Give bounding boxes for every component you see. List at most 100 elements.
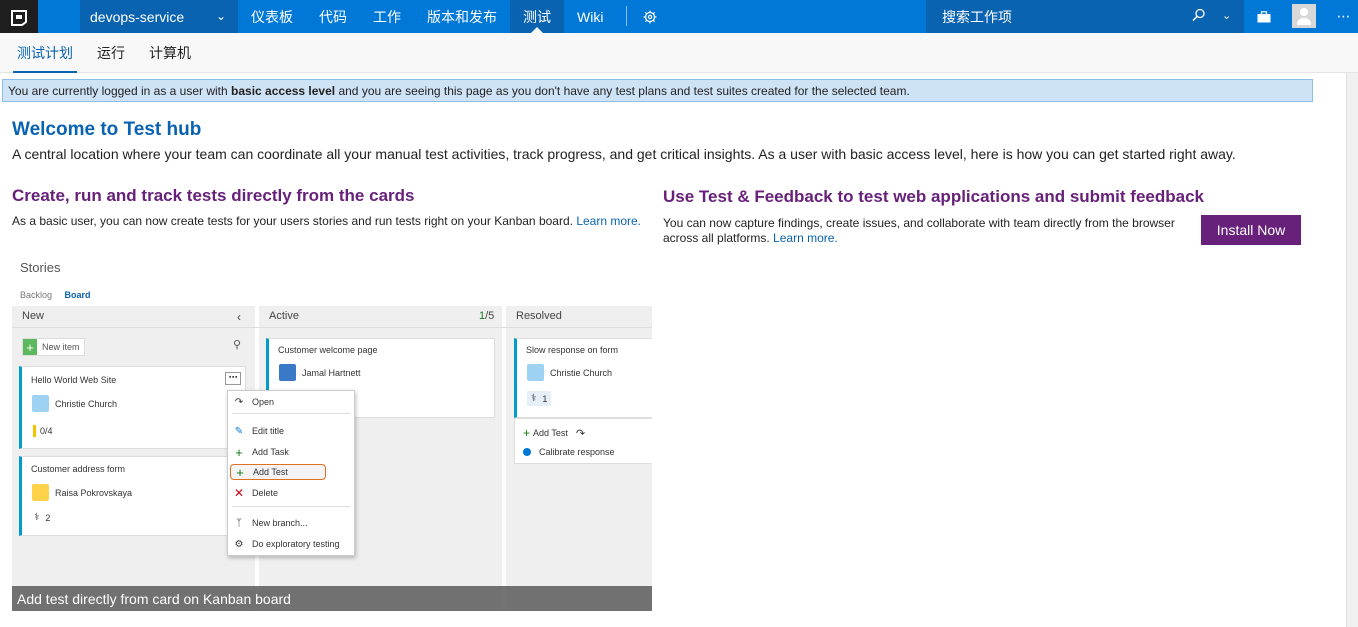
test-flask-icon: ⚕	[34, 512, 40, 523]
card-hello-world: Hello World Web Site ⋯ Christie Church 0…	[19, 366, 246, 449]
menu-item-new-branch: ᛉ New branch...	[232, 515, 308, 531]
explore-icon: ⚙	[234, 538, 244, 550]
intro-text: A central location where your team can c…	[12, 146, 1236, 162]
avatar	[527, 364, 544, 381]
card-person: Christie Church	[55, 398, 118, 409]
board-tab-board: Board	[64, 290, 91, 300]
cards-description: As a basic user, you can now create test…	[12, 214, 641, 228]
board-title: Stories	[20, 260, 61, 275]
banner-text-pre: You are currently logged in as a user wi…	[8, 84, 232, 98]
menu-item-open: ↷ Open	[232, 394, 274, 410]
card-person: Jamal Hartnett	[302, 367, 361, 378]
menu-label: Open	[252, 397, 275, 407]
branch-icon: ᛉ	[236, 517, 242, 529]
add-icon: +	[23, 339, 37, 355]
column-header-divider	[12, 327, 652, 328]
open-icon: ↷	[234, 396, 244, 408]
feedback-text: You can now capture findings, create iss…	[663, 216, 1175, 245]
banner-text-post: and you are seeing this page as you don'…	[335, 84, 910, 98]
avatar	[32, 395, 49, 412]
board-tab-backlog: Backlog	[20, 290, 53, 300]
menu-item-add-test: + Add Test	[230, 464, 326, 480]
top-bar: devops-service ⌄ 仪表板 代码 工作 版本和发布 测试 Wiki…	[0, 0, 1358, 33]
search-placeholder: 搜索工作项	[942, 8, 1012, 25]
banner-text-bold: basic access level	[231, 84, 336, 98]
add-icon: +	[235, 444, 243, 460]
card-title: Customer address form	[31, 464, 126, 474]
column-new-title: New	[22, 310, 45, 322]
card-context-menu: ↷ Open ✎ Edit title + Add Task + Add Test ✕ D…	[227, 390, 355, 556]
test-flask-icon: ⚕	[531, 393, 537, 404]
column-active-title: Active	[269, 310, 299, 322]
briefcase-icon[interactable]	[1252, 0, 1276, 33]
add-icon: +	[236, 464, 244, 480]
more-icon: ⋯	[225, 372, 241, 385]
project-selector[interactable]: devops-service ⌄	[80, 0, 238, 33]
status-dot-icon	[523, 448, 531, 456]
card-test-count: 1	[542, 393, 548, 404]
avatar	[32, 484, 49, 501]
pencil-icon: ✎	[234, 425, 244, 437]
search-box[interactable]: 搜索工作项 ⌄	[926, 0, 1244, 33]
column-resolved-title: Resolved	[516, 310, 562, 322]
nav-code[interactable]: 代码	[306, 0, 360, 33]
card-title: Customer welcome page	[278, 345, 378, 355]
card-title: Hello World Web Site	[31, 375, 117, 385]
avatar	[279, 364, 296, 381]
add-icon: +	[523, 426, 531, 440]
nav-wiki[interactable]: Wiki	[564, 0, 616, 33]
card-progress: 0/4	[40, 426, 53, 436]
calibrate-label: Calibrate response	[539, 447, 615, 457]
chevron-down-icon[interactable]: ⌄	[1222, 9, 1231, 22]
cards-heading: Create, run and track tests directly fro…	[12, 186, 415, 205]
tab-runs[interactable]: 运行	[85, 33, 137, 73]
refresh-icon: ↷	[575, 427, 586, 440]
menu-label: New branch...	[252, 518, 308, 528]
new-item-label: New item	[42, 342, 80, 352]
gear-icon[interactable]	[635, 0, 665, 33]
chevron-down-icon: ⌄	[215, 9, 226, 23]
column-active-limit: /5	[485, 310, 495, 322]
illustration-caption: Add test directly from card on Kanban bo…	[12, 586, 652, 611]
feedback-description: You can now capture findings, create iss…	[663, 216, 1193, 246]
card-slow-response: Slow response on form Christie Church ⚕ …	[514, 338, 652, 418]
menu-label: Delete	[252, 488, 279, 498]
info-banner: You are currently logged in as a user wi…	[2, 79, 1313, 102]
card-tests-panel: + Add Test ↷ Calibrate response	[514, 418, 652, 464]
search-icon: ⚲	[233, 339, 242, 351]
nav-work[interactable]: 工作	[360, 0, 414, 33]
search-icon[interactable]	[1192, 8, 1206, 25]
install-now-button[interactable]: Install Now	[1201, 215, 1301, 245]
menu-item-exploratory: ⚙ Do exploratory testing	[232, 536, 340, 552]
card-test-count: 2	[45, 512, 51, 523]
vertical-scrollbar[interactable]	[1346, 73, 1358, 627]
menu-item-edit-title: ✎ Edit title	[232, 423, 284, 439]
card-title: Slow response on form	[526, 345, 619, 355]
avatar[interactable]	[1292, 4, 1316, 28]
sub-nav: 测试计划 运行 计算机	[0, 33, 1358, 73]
cards-learn-more-link[interactable]: Learn more.	[576, 214, 641, 228]
progress-icon	[33, 425, 36, 437]
nav-test[interactable]: 测试	[510, 0, 564, 33]
card-person: Raisa Pokrovskaya	[55, 487, 133, 498]
menu-item-delete: ✕ Delete	[232, 485, 278, 501]
menu-label: Edit title	[252, 426, 285, 436]
tab-test-plans[interactable]: 测试计划	[5, 33, 85, 73]
close-icon: ✕	[233, 486, 245, 500]
feedback-learn-more-link[interactable]: Learn more.	[773, 231, 838, 245]
card-customer-address: Customer address form Raisa Pokrovskaya …	[19, 456, 246, 536]
nav-build-release[interactable]: 版本和发布	[414, 0, 510, 33]
board-tabs: Backlog Board	[20, 290, 91, 300]
project-name: devops-service	[90, 8, 185, 25]
menu-label: Add Task	[252, 447, 289, 457]
nav-dashboards[interactable]: 仪表板	[238, 0, 306, 33]
kanban-illustration: Stories Backlog Board New ‹ Active 1/5 R…	[12, 252, 652, 611]
nav-divider	[626, 6, 628, 26]
page-title: Welcome to Test hub	[12, 119, 202, 140]
menu-label: Do exploratory testing	[252, 539, 340, 549]
tab-machines[interactable]: 计算机	[137, 33, 203, 73]
vsts-logo-icon[interactable]	[0, 0, 38, 33]
more-icon[interactable]: ⋯	[1332, 0, 1356, 33]
card-person: Christie Church	[550, 367, 613, 378]
menu-item-add-task: + Add Task	[232, 444, 289, 460]
